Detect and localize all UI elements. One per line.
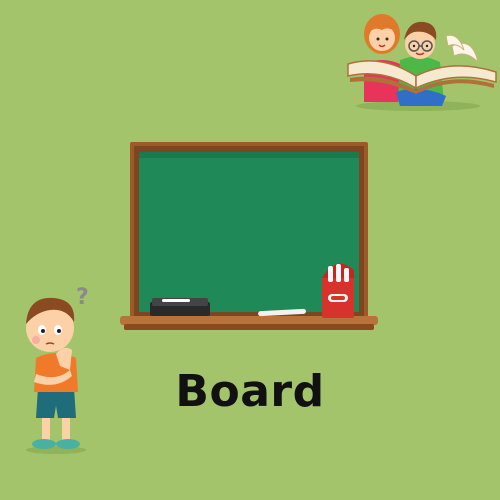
svg-text:?: ? [76, 285, 89, 310]
word-label: Board [175, 366, 325, 417]
reading-kids-icon [347, 14, 497, 111]
chalkboard-icon [120, 142, 378, 330]
thinking-boy-icon: ? [26, 285, 89, 454]
